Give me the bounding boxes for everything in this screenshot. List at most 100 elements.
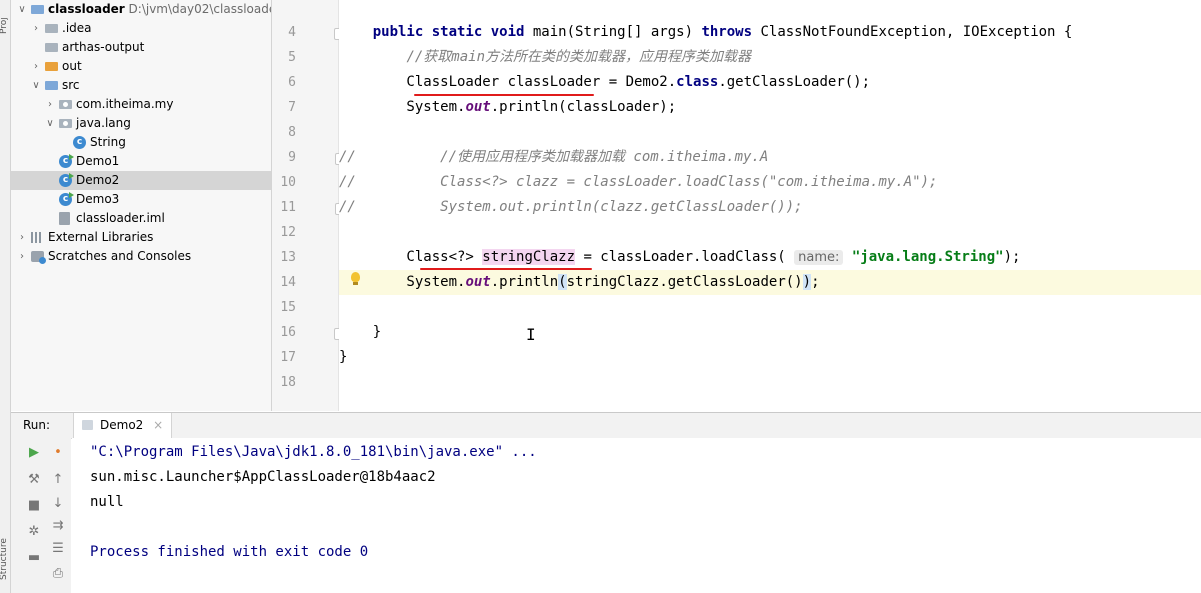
folder-icon bbox=[31, 5, 44, 14]
line-number: 13 bbox=[280, 250, 296, 265]
code-line: ClassLoader classLoader = Demo2.class.ge… bbox=[339, 70, 1201, 95]
chevron-down-icon[interactable]: ∨ bbox=[45, 114, 55, 133]
code-token: stringClazz.getClassLoader() bbox=[566, 274, 803, 290]
scratches-icon bbox=[31, 251, 46, 264]
structure-tool-label[interactable]: Structure bbox=[0, 520, 11, 580]
tree-item-out[interactable]: › out bbox=[11, 57, 271, 76]
tree-item-label: String bbox=[90, 135, 126, 149]
code-token: ) bbox=[802, 274, 812, 290]
chevron-right-icon[interactable]: › bbox=[31, 19, 41, 38]
tree-item-string[interactable]: c String bbox=[11, 133, 271, 152]
tree-item-classloader-iml[interactable]: classloader.iml bbox=[11, 209, 271, 228]
tree-item-label: Demo1 bbox=[76, 154, 120, 168]
code-line: //获取main方法所在类的类加载器，应用程序类加载器 bbox=[339, 45, 1201, 70]
line-number: 14 bbox=[280, 275, 296, 290]
tree-item--idea[interactable]: › .idea bbox=[11, 19, 271, 38]
code-line: // System.out.println(clazz.getClassLoad… bbox=[339, 195, 1201, 220]
chevron-right-icon[interactable]: › bbox=[31, 57, 41, 76]
console-line: sun.misc.Launcher$AppClassLoader@18b4aac… bbox=[90, 469, 436, 485]
code-editor[interactable]: public static void main(String[] args) t… bbox=[339, 0, 1201, 411]
code-token: main(String[] args) bbox=[532, 24, 702, 40]
line-number: 8 bbox=[288, 125, 296, 140]
libraries-icon bbox=[31, 232, 43, 243]
tree-item-external-libraries[interactable]: › External Libraries bbox=[11, 228, 271, 247]
run-toolbar: ▶ • ⚒ ↑ ■ ↓ ✲ ⇉ ▬ ☰ ⎙ bbox=[11, 438, 71, 593]
tree-item-label: classloader.iml bbox=[76, 211, 165, 225]
code-token: System. bbox=[339, 99, 466, 115]
code-token: = classLoader.loadClass( bbox=[575, 249, 795, 265]
line-number: 9 bbox=[288, 150, 296, 165]
camera-icon[interactable]: ✲ bbox=[25, 524, 43, 540]
code-token: public static void bbox=[372, 24, 533, 40]
tree-item-demo1[interactable]: c Demo1 bbox=[11, 152, 271, 171]
code-token: //使用应用程序类加载器加载 com.itheima.my.A bbox=[355, 149, 769, 165]
scroll-up-icon[interactable]: ↑ bbox=[49, 472, 67, 488]
run-label: Run: bbox=[23, 418, 51, 432]
chevron-down-icon[interactable]: ∨ bbox=[31, 76, 41, 95]
chevron-down-icon[interactable]: ∨ bbox=[17, 0, 27, 19]
line-number: 7 bbox=[288, 100, 296, 115]
run-tab-demo2[interactable]: Demo2 × bbox=[73, 413, 173, 438]
project-tool-label[interactable]: Proj bbox=[0, 4, 11, 34]
run-console[interactable]: "C:\Program Files\Java\jdk1.8.0_181\bin\… bbox=[72, 438, 1201, 593]
chevron-right-icon[interactable]: › bbox=[45, 95, 55, 114]
code-token: // bbox=[339, 199, 356, 215]
layout-icon[interactable]: ▬ bbox=[25, 550, 43, 566]
code-token: .getClassLoader(); bbox=[718, 74, 871, 90]
line-number: 17 bbox=[280, 350, 296, 365]
package-icon bbox=[59, 100, 72, 109]
tree-item-java-lang[interactable]: ∨ java.lang bbox=[11, 114, 271, 133]
code-line: public static void main(String[] args) t… bbox=[339, 20, 1201, 45]
scroll-down-icon[interactable]: ↓ bbox=[49, 496, 67, 512]
tree-item-arthas-output[interactable]: arthas-output bbox=[11, 38, 271, 57]
editor-gutter: 4 5 6 7 8 9 10 11 12 13 14 15 16 17 18 bbox=[272, 0, 590, 411]
tree-item-src[interactable]: ∨ src bbox=[11, 76, 271, 95]
scroll-to-end-icon[interactable]: ☰ bbox=[49, 541, 67, 557]
left-tool-strip: Proj Structure bbox=[0, 0, 11, 593]
line-number: 6 bbox=[288, 75, 296, 90]
chevron-right-icon[interactable]: › bbox=[17, 228, 27, 247]
close-tab-icon[interactable]: × bbox=[153, 418, 163, 432]
line-number: 18 bbox=[280, 375, 296, 390]
rerun-icon[interactable]: ▶ bbox=[25, 445, 43, 461]
line-number: 11 bbox=[280, 200, 296, 215]
chevron-right-icon[interactable]: › bbox=[17, 247, 27, 266]
code-token: //获取main方法所在类的类加载器，应用程序类加载器 bbox=[406, 49, 752, 65]
tree-item-label: Demo2 bbox=[76, 173, 120, 187]
executable-class-icon: c bbox=[59, 192, 74, 206]
tree-item-label: out bbox=[62, 59, 82, 73]
annotation-underline bbox=[414, 94, 594, 96]
tree-item-demo2[interactable]: c Demo2 bbox=[11, 171, 271, 190]
project-path: D:\jvm\day02\classloader bbox=[124, 2, 272, 16]
mouse-ibeam-cursor: I bbox=[526, 325, 536, 344]
tree-item-demo3[interactable]: c Demo3 bbox=[11, 190, 271, 209]
soft-wrap-icon[interactable]: ⇉ bbox=[49, 518, 67, 534]
code-token: ); bbox=[1003, 249, 1021, 265]
tree-item-label: Scratches and Consoles bbox=[48, 249, 192, 263]
code-token: } bbox=[339, 349, 348, 365]
code-token: // bbox=[339, 149, 356, 165]
package-icon bbox=[59, 119, 72, 128]
code-token: out bbox=[465, 274, 491, 290]
tree-item-label: External Libraries bbox=[48, 230, 154, 244]
debug-icon[interactable]: • bbox=[49, 445, 67, 461]
project-tree-panel: ∨ classloader D:\jvm\day02\classloader › .i… bbox=[11, 0, 272, 411]
settings-wrench-icon[interactable]: ⚒ bbox=[25, 472, 43, 488]
code-token: "java.lang.String" bbox=[851, 249, 1004, 265]
tree-item-classloader[interactable]: ∨ classloader D:\jvm\day02\classloader bbox=[11, 0, 271, 19]
code-token: ClassNotFoundException, IOException { bbox=[760, 24, 1073, 40]
stop-icon[interactable]: ■ bbox=[25, 498, 43, 514]
print-icon[interactable]: ⎙ bbox=[49, 566, 67, 582]
tree-item-label: java.lang bbox=[76, 116, 131, 130]
executable-class-icon: c bbox=[59, 154, 74, 168]
code-token: ( bbox=[558, 274, 567, 290]
intention-bulb-icon[interactable] bbox=[351, 272, 360, 285]
tree-item-scratches-and-consoles[interactable]: › Scratches and Consoles bbox=[11, 247, 271, 266]
folder-icon bbox=[45, 81, 58, 90]
tree-item-com-itheima-my[interactable]: › com.itheima.my bbox=[11, 95, 271, 114]
parameter-hint: name: bbox=[794, 250, 844, 265]
